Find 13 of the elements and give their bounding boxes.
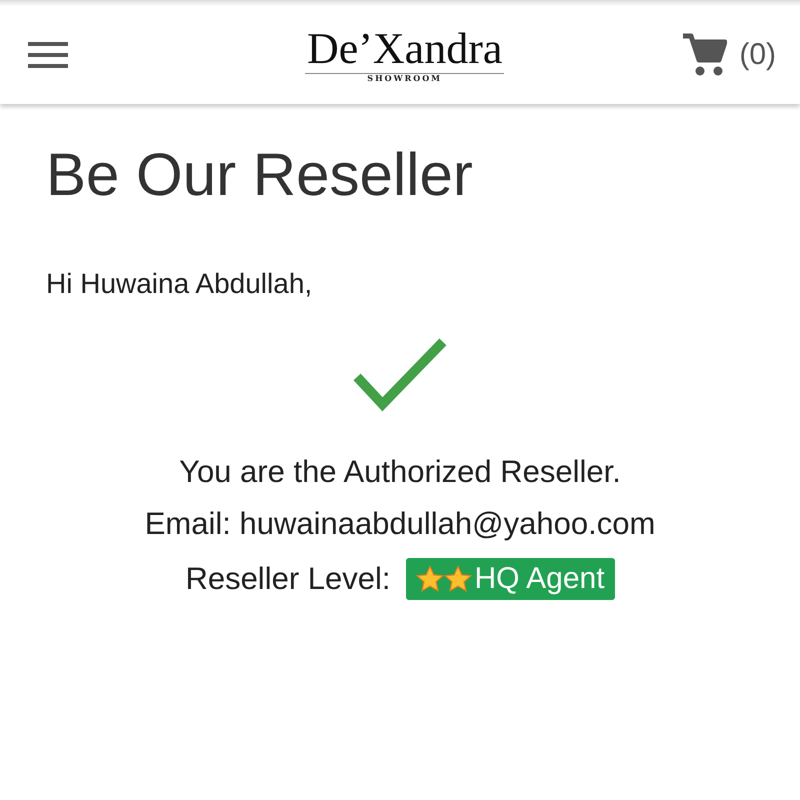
menu-icon[interactable] [28,41,68,69]
logo-subtitle: SHOWROOM [367,73,442,83]
level-name: HQ Agent [474,562,605,596]
page-title: Be Our Reseller [46,142,474,208]
level-label: Reseller Level: [185,561,390,597]
greeting-text: Hi Huwaina Abdullah, [46,268,314,300]
status-text: You are the Authorized Reseller. [178,454,622,490]
cart-icon[interactable] [681,32,728,78]
cart-count: (0) [739,38,776,72]
star-icon [416,565,444,593]
star-icon [444,565,472,593]
email-text: Email: huwainaabdullah@yahoo.com [144,506,656,542]
logo-text[interactable]: De’Xandra [304,27,504,74]
